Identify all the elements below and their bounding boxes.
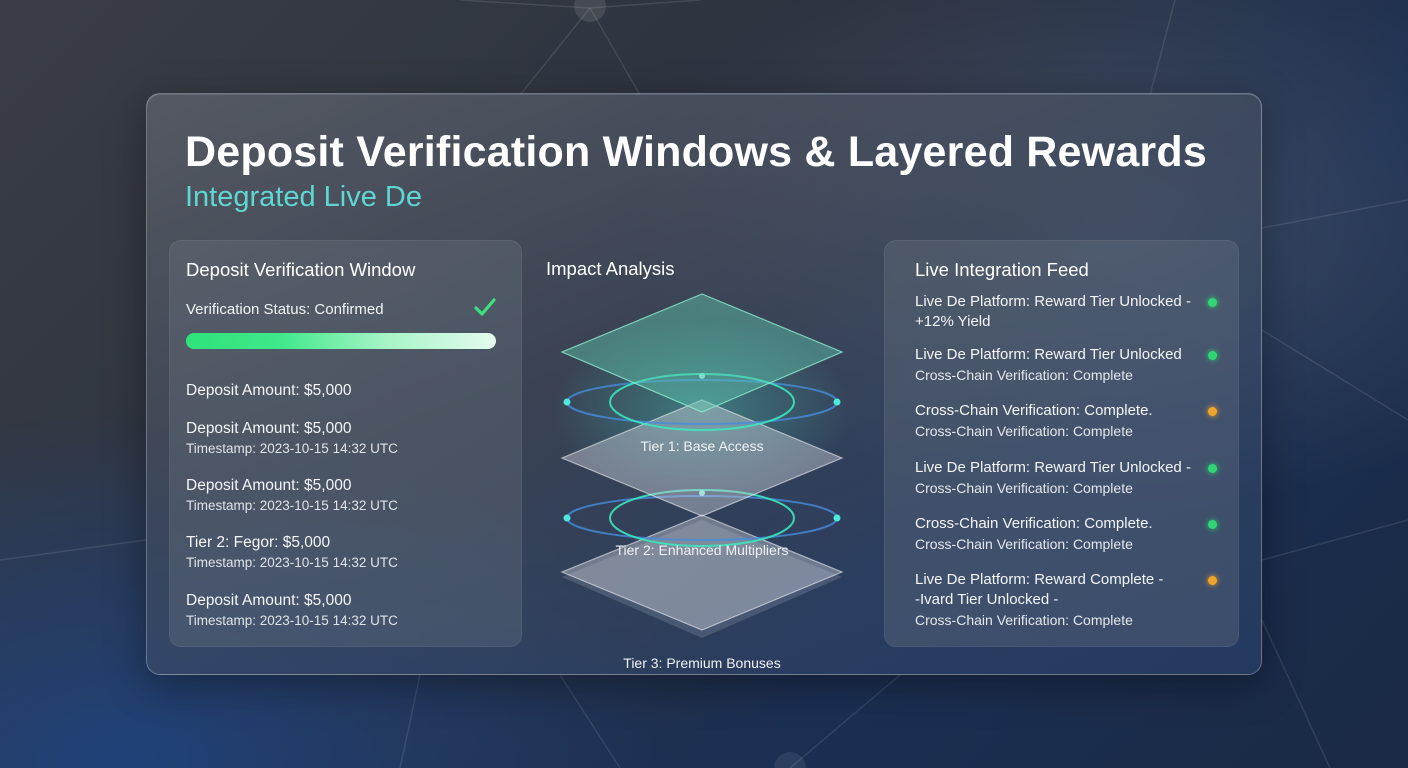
status-dot-green xyxy=(1208,351,1217,360)
feed-item: Cross-Chain Verification: Complete. Cros… xyxy=(915,401,1217,441)
feed-item-line: +12% Yield xyxy=(915,313,991,330)
deposit-amount: Deposit Amount: $5,000 xyxy=(186,420,352,437)
deposit-timestamp: Timestamp: 2023-10-15 14:32 UTC xyxy=(186,498,398,513)
live-feed-title: Live Integration Feed xyxy=(915,259,1089,280)
deposit-amount: Deposit Amount: $5,000 xyxy=(186,592,352,609)
deposit-entry: Deposit Amount: $5,000 Timestamp: 2023-1… xyxy=(186,420,398,456)
check-icon xyxy=(474,298,496,316)
tier-stack-graphic xyxy=(552,293,852,638)
live-integration-feed-card: Live Integration Feed Live De Platform: … xyxy=(884,240,1239,647)
deposit-entry: Deposit Amount: $5,000 Timestamp: 2023-1… xyxy=(186,592,398,628)
status-dot-orange xyxy=(1208,576,1217,585)
verification-progress-fill xyxy=(186,333,496,349)
feed-item-subline: Cross-Chain Verification: Complete xyxy=(915,480,1133,496)
verification-status-label: Verification Status: Confirmed xyxy=(186,301,384,318)
deposit-verification-card: Deposit Verification Window Verification… xyxy=(169,240,522,647)
feed-item-subline: Cross-Chain Verification: Complete xyxy=(915,536,1133,552)
main-panel: Deposit Verification Windows & Layered R… xyxy=(146,93,1262,675)
feed-item: Live De Platform: Reward Tier Unlocked C… xyxy=(915,345,1217,385)
deposit-timestamp: Timestamp: 2023-10-15 14:32 UTC xyxy=(186,555,398,570)
deposit-timestamp: Timestamp: 2023-10-15 14:32 UTC xyxy=(186,613,398,628)
status-dot-green xyxy=(1208,520,1217,529)
status-dot-green xyxy=(1208,298,1217,307)
deposit-amount: Deposit Amount: $5,000 xyxy=(186,382,352,399)
page-subtitle: Integrated Live De xyxy=(185,181,422,213)
feed-item-line: Live De Platform: Reward Tier Unlocked - xyxy=(915,293,1191,310)
deposit-entry: Tier 2: Fegor: $5,000 Timestamp: 2023-10… xyxy=(186,534,398,570)
feed-item-line: Cross-Chain Verification: Complete. xyxy=(915,402,1153,419)
tier-stack: Tier 1: Base Access Tier 2: Enhanced Mul… xyxy=(552,290,852,671)
tier-1-label: Tier 1: Base Access xyxy=(640,438,764,454)
feed-item-line: Live De Platform: Reward Complete - xyxy=(915,571,1164,588)
verification-progress-bar xyxy=(186,333,496,349)
verification-status: Verification Status: Confirmed xyxy=(186,298,496,318)
feed-item-subline: Cross-Chain Verification: Complete xyxy=(915,367,1133,383)
feed-item-line: Cross-Chain Verification: Complete. xyxy=(915,515,1153,532)
status-dot-green xyxy=(1208,464,1217,473)
feed-item: Live De Platform: Reward Tier Unlocked -… xyxy=(915,292,1217,332)
tier-3-label: Tier 3: Premium Bonuses xyxy=(623,655,781,671)
feed-item: Cross-Chain Verification: Complete. Cros… xyxy=(915,514,1217,554)
impact-analysis-title: Impact Analysis xyxy=(546,258,675,279)
tier-2-label: Tier 2: Enhanced Multipliers xyxy=(615,542,789,558)
feed-item-subline: Cross-Chain Verification: Complete xyxy=(915,423,1133,439)
feed-item-line: -Ivard Tier Unlocked - xyxy=(915,591,1059,608)
status-dot-orange xyxy=(1208,407,1217,416)
page-title: Deposit Verification Windows & Layered R… xyxy=(185,128,1207,176)
deposit-entry: Deposit Amount: $5,000 xyxy=(186,382,351,400)
deposit-entry: Deposit Amount: $5,000 Timestamp: 2023-1… xyxy=(186,477,398,513)
feed-item: Live De Platform: Reward Complete - -Iva… xyxy=(915,570,1217,630)
feed-item-line: Live De Platform: Reward Tier Unlocked - xyxy=(915,459,1191,476)
deposit-amount: Tier 2: Fegor: $5,000 xyxy=(186,534,331,551)
deposit-verification-title: Deposit Verification Window xyxy=(186,259,416,280)
deposit-amount: Deposit Amount: $5,000 xyxy=(186,477,352,494)
feed-item: Live De Platform: Reward Tier Unlocked -… xyxy=(915,458,1217,498)
feed-item-subline: Cross-Chain Verification: Complete xyxy=(915,612,1133,628)
deposit-timestamp: Timestamp: 2023-10-15 14:32 UTC xyxy=(186,441,398,456)
feed-item-line: Live De Platform: Reward Tier Unlocked xyxy=(915,346,1182,363)
